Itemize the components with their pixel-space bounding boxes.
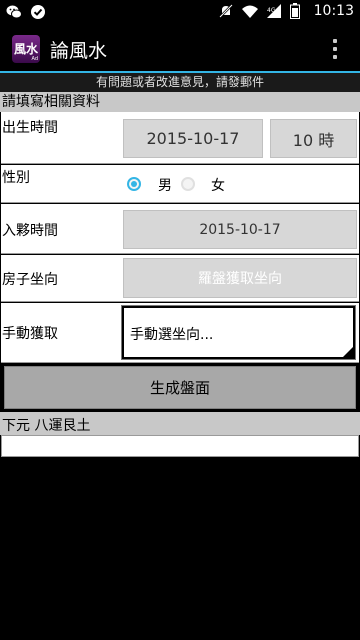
gender-male-label[interactable]: 男 bbox=[158, 175, 172, 195]
birth-time-row: 出生時間 2015-10-17 10 時 bbox=[1, 112, 359, 164]
gender-row: 性別 男 女 bbox=[1, 165, 359, 203]
battery-icon bbox=[289, 3, 306, 19]
orientation-spinner[interactable]: 手動選坐向... bbox=[121, 305, 356, 360]
status-bar: 4G 10:13 bbox=[0, 0, 360, 25]
no-notification-icon bbox=[218, 3, 234, 19]
signal-icon: 4G bbox=[266, 3, 282, 19]
birth-hour-button[interactable]: 10 時 bbox=[270, 119, 357, 158]
manual-label: 手動獲取 bbox=[2, 326, 58, 342]
manual-row: 手動獲取 手動選坐向... bbox=[1, 303, 359, 363]
result-area bbox=[1, 435, 359, 457]
generate-chart-button[interactable]: 生成盤面 bbox=[4, 366, 356, 409]
wechat-icon bbox=[6, 4, 22, 20]
orientation-label: 房子坐向 bbox=[2, 272, 58, 288]
move-in-label: 入夥時間 bbox=[2, 223, 58, 239]
birth-date-button[interactable]: 2015-10-17 bbox=[123, 119, 263, 158]
check-circle-icon bbox=[30, 4, 46, 20]
birth-time-label: 出生時間 bbox=[2, 120, 58, 136]
feedback-notice[interactable]: 有問題或者改進意見，請發郵件 bbox=[0, 73, 360, 92]
svg-text:4G: 4G bbox=[267, 7, 276, 14]
orientation-row: 房子坐向 羅盤獲取坐向 bbox=[1, 255, 359, 302]
app-title: 論風水 bbox=[50, 40, 108, 62]
app-icon-badge: Ad bbox=[31, 56, 38, 62]
move-in-row: 入夥時間 2015-10-17 bbox=[1, 204, 359, 254]
app-icon[interactable]: 風水 Ad bbox=[12, 35, 40, 63]
spinner-value: 手動選坐向... bbox=[130, 327, 214, 343]
spinner-arrow-icon bbox=[343, 347, 353, 357]
overflow-menu-icon[interactable] bbox=[332, 39, 338, 59]
form-header: 請填寫相關資料 bbox=[0, 92, 360, 112]
gender-female-radio[interactable] bbox=[181, 177, 195, 191]
app-icon-text: 風水 bbox=[13, 42, 38, 56]
gender-female-label[interactable]: 女 bbox=[211, 175, 225, 195]
action-bar: 風水 Ad 論風水 bbox=[0, 25, 360, 72]
result-header: 下元 八運艮土 bbox=[0, 412, 360, 435]
status-time: 10:13 bbox=[313, 3, 354, 19]
gender-male-radio[interactable] bbox=[127, 177, 141, 191]
move-in-date-button[interactable]: 2015-10-17 bbox=[123, 210, 357, 249]
gender-label: 性別 bbox=[2, 170, 30, 186]
result-label: 下元 八運艮土 bbox=[2, 418, 91, 434]
compass-orientation-button[interactable]: 羅盤獲取坐向 bbox=[123, 258, 357, 298]
wifi-icon bbox=[241, 3, 258, 19]
